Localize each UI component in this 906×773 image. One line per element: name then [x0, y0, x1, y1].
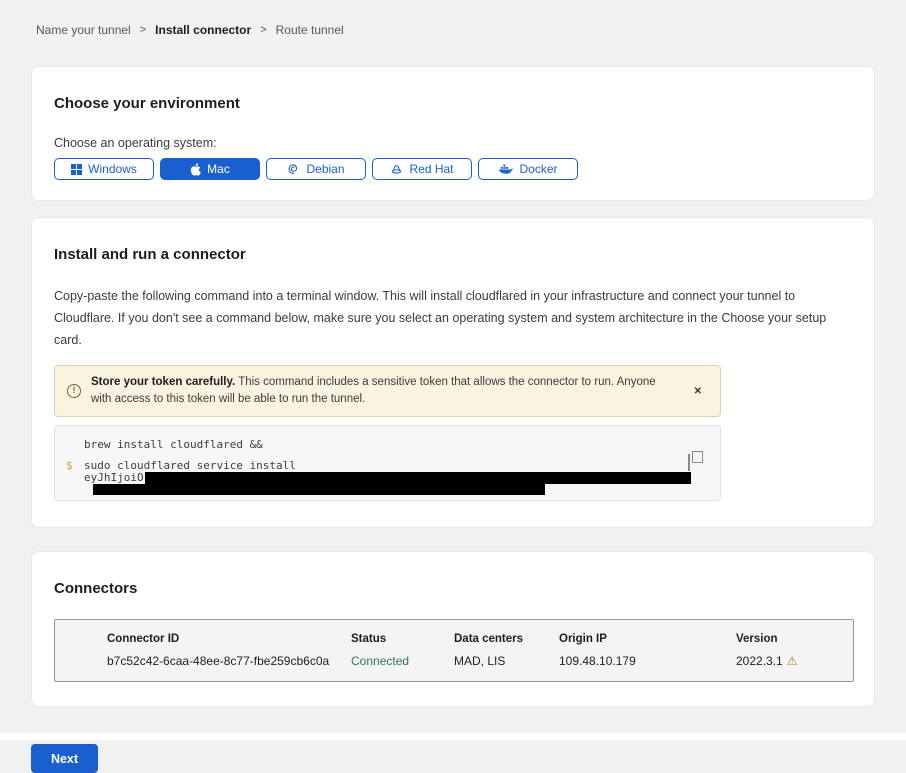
os-button-label: Mac	[207, 162, 230, 176]
connector-id-value: b7c52c42-6caa-48ee-8c77-fbe259cb6c0a	[107, 654, 351, 668]
redacted-token-bar	[93, 484, 545, 495]
data-centers-value: MAD, LIS	[454, 654, 559, 668]
windows-icon	[71, 164, 82, 175]
col-status: Status	[351, 633, 454, 645]
os-button-label: Windows	[88, 162, 137, 176]
connectors-card-title: Connectors	[54, 580, 852, 597]
connectors-table-header: Connector ID Status Data centers Origin …	[107, 633, 833, 645]
version-warning-icon: ⚠	[787, 655, 798, 667]
redacted-token-bar	[145, 472, 691, 484]
connectors-table: Connector ID Status Data centers Origin …	[54, 619, 854, 682]
version-value: 2022.3.1 ⚠	[736, 654, 833, 668]
close-icon[interactable]: ✕	[690, 384, 706, 399]
apple-icon	[190, 163, 201, 176]
col-origin-ip: Origin IP	[559, 633, 736, 645]
breadcrumb: Name your tunnel > Install connector > R…	[0, 0, 906, 37]
os-button-label: Debian	[306, 162, 344, 176]
install-command-block: brew install cloudflared && $ sudo cloud…	[54, 425, 721, 501]
os-select-label: Choose an operating system:	[54, 136, 852, 150]
os-button-label: Red Hat	[409, 162, 453, 176]
alert-circle-icon: !	[67, 384, 81, 398]
os-button-mac[interactable]: Mac	[160, 158, 260, 180]
shell-prompt: $	[66, 460, 84, 472]
token-warning-title: Store your token carefully.	[91, 376, 235, 388]
breadcrumb-step-name-tunnel[interactable]: Name your tunnel	[36, 23, 131, 37]
os-button-group: Windows Mac Debian Red Hat	[54, 158, 852, 180]
connector-card-title: Install and run a connector	[54, 246, 852, 263]
breadcrumb-step-route-tunnel[interactable]: Route tunnel	[276, 23, 344, 37]
environment-card-title: Choose your environment	[54, 95, 852, 112]
next-button[interactable]: Next	[31, 744, 98, 773]
col-connector-id: Connector ID	[107, 633, 351, 645]
os-button-windows[interactable]: Windows	[54, 158, 154, 180]
connector-card: Install and run a connector Copy-paste t…	[31, 217, 875, 528]
breadcrumb-separator: >	[140, 24, 146, 36]
os-button-docker[interactable]: Docker	[478, 158, 578, 180]
token-prefix: eyJhIjoiO	[84, 472, 144, 484]
origin-ip-value: 109.48.10.179	[559, 654, 736, 668]
main-content: Choose your environment Choose an operat…	[31, 66, 875, 707]
environment-card: Choose your environment Choose an operat…	[31, 66, 875, 201]
bottom-strip	[0, 733, 906, 740]
debian-icon	[287, 163, 300, 176]
col-version: Version	[736, 633, 833, 645]
breadcrumb-step-install-connector[interactable]: Install connector	[155, 23, 251, 37]
token-warning-banner: ! Store your token carefully. This comma…	[54, 365, 721, 417]
status-badge: Connected	[351, 654, 454, 668]
col-data-centers: Data centers	[454, 633, 559, 645]
token-warning-text: Store your token carefully. This command…	[91, 374, 666, 408]
copy-icon[interactable]	[680, 454, 696, 470]
os-button-label: Docker	[519, 162, 557, 176]
connector-instructions: Copy-paste the following command into a …	[54, 285, 849, 351]
connectors-card: Connectors Connector ID Status Data cent…	[31, 551, 875, 707]
table-row: b7c52c42-6caa-48ee-8c77-fbe259cb6c0a Con…	[107, 654, 833, 668]
os-button-debian[interactable]: Debian	[266, 158, 366, 180]
os-button-redhat[interactable]: Red Hat	[372, 158, 472, 180]
command-line-1: brew install cloudflared &&	[84, 439, 263, 451]
breadcrumb-separator: >	[260, 24, 266, 36]
docker-icon	[498, 163, 513, 175]
redhat-icon	[390, 163, 403, 176]
